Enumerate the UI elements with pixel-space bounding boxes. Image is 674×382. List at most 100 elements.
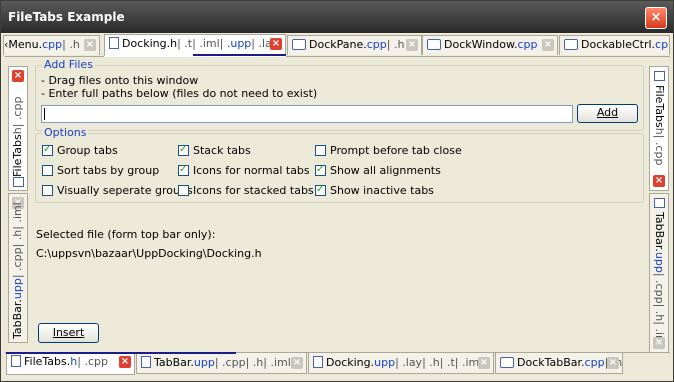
tab-dockpane-cpp[interactable]: DockPane.cpp| .h ×: [287, 35, 422, 55]
tab-label-ext: h| .cpp: [653, 127, 666, 166]
tab-close-icon[interactable]: ×: [607, 357, 619, 369]
bottom-tab-docktabbar[interactable]: DockTabBar.cpp| .h ×: [495, 353, 623, 374]
tab-label: Docking.h: [122, 37, 178, 50]
right-tab-filetabs[interactable]: FileTabsh| .cpp ×: [649, 66, 669, 191]
tab-close-icon[interactable]: ×: [270, 38, 282, 50]
stack-tabs-checkbox[interactable]: Stack tabs: [178, 143, 251, 158]
left-tab-tabbar[interactable]: × TabBar.upp| .cpp| .h| .iml: [8, 193, 28, 343]
checkbox-box: [42, 143, 53, 157]
tab-label: TabBar.upp| .cpp| .h| .iml: [653, 212, 666, 349]
tab-label-ext: upp: [653, 251, 666, 273]
file-icon: [654, 71, 665, 81]
tab-label: FileTabs.: [24, 355, 71, 368]
tab-close-icon[interactable]: ×: [12, 70, 24, 82]
tab-label-ext: cpp: [655, 38, 669, 51]
add-files-label: Add Files: [42, 58, 95, 71]
class-file-icon: [500, 357, 514, 368]
title-bar[interactable]: FileTabs Example ×: [1, 1, 673, 33]
tab-close-icon[interactable]: ×: [542, 39, 554, 51]
tab-menu-cpp[interactable]: ‹Menu.cpp| .h ×: [3, 35, 100, 55]
show-inactive-checkbox[interactable]: Show inactive tabs: [315, 183, 434, 198]
checkbox-box: [178, 163, 189, 177]
tab-label: TabBar.: [154, 356, 194, 369]
selected-file-label: Selected file (form top bar only):: [36, 228, 216, 241]
tab-label-name: FileTabs: [653, 85, 666, 128]
tab-label: Docking.: [326, 356, 375, 369]
checkbox-box: [315, 163, 326, 177]
tab-label-ext: cpp: [584, 356, 605, 369]
tab-label-ext: cpp: [366, 38, 387, 51]
selected-file-path: C:\uppsvn\bazaar\UppDocking\Docking.h: [36, 247, 262, 260]
tab-label-ext: | .lay| .h| .t| .iml: [395, 356, 483, 369]
left-tab-bar: × FileTabsh| .cpp × TabBar.upp| .cpp| .h…: [8, 61, 28, 351]
top-tab-bar: ‹Menu.cpp| .h × Docking.h| .t| .iml| .up…: [3, 34, 670, 57]
active-tab-indicator: [6, 352, 236, 354]
checkbox-box: [178, 185, 189, 196]
class-file-icon: [427, 39, 441, 50]
tab-label-ext: cpp: [42, 38, 63, 51]
window-title: FileTabs Example: [8, 10, 125, 24]
checkbox-label: Icons for normal tabs: [193, 164, 310, 177]
tab-close-icon[interactable]: ×: [291, 357, 303, 369]
checkbox-label: Prompt before tab close: [330, 144, 462, 157]
icons-normal-checkbox[interactable]: Icons for normal tabs: [178, 163, 310, 178]
right-tab-bar: FileTabsh| .cpp × TabBar.upp| .cpp| .h| …: [649, 61, 669, 353]
tab-label-name: TabBar.: [653, 212, 666, 252]
checkbox-label: Group tabs: [57, 144, 118, 157]
tab-label-ext: | .cpp| .h| .iml: [214, 356, 291, 369]
text-cursor: [44, 108, 45, 120]
checkbox-label: Visually seperate groups: [57, 184, 193, 197]
checkbox-box: [315, 183, 326, 197]
tab-close-icon[interactable]: ×: [119, 356, 131, 368]
file-icon: [11, 355, 21, 367]
group-tabs-checkbox[interactable]: Group tabs: [42, 143, 118, 158]
sort-tabs-checkbox[interactable]: Sort tabs by group: [42, 164, 159, 178]
tab-label: DockWindow.: [444, 38, 518, 51]
checkbox-box: [42, 185, 53, 196]
instruction-drag: - Drag files onto this window: [41, 74, 199, 87]
tab-close-icon[interactable]: ×: [84, 39, 96, 51]
left-tab-filetabs[interactable]: × FileTabsh| .cpp: [8, 66, 28, 191]
prompt-close-checkbox[interactable]: Prompt before tab close: [315, 144, 462, 158]
file-icon: [13, 177, 24, 187]
active-tab-indicator: [193, 54, 286, 56]
tab-label-ext: | .cpp: [77, 355, 108, 368]
file-path-input[interactable]: [41, 105, 573, 123]
tab-label-ext: cpp: [517, 38, 538, 51]
show-alignments-checkbox[interactable]: Show all alignments: [315, 163, 441, 178]
tab-label-name: FileTabs: [11, 134, 24, 177]
tab-close-icon[interactable]: ×: [406, 39, 418, 51]
visually-separate-checkbox[interactable]: Visually seperate groups: [42, 184, 193, 198]
tab-dockwindow-cpp[interactable]: DockWindow.cpp ×: [422, 35, 558, 55]
app-window: FileTabs Example × ‹Menu.cpp| .h × Docki…: [0, 0, 674, 382]
checkbox-box: [178, 143, 189, 157]
file-icon: [654, 198, 665, 208]
tab-dockablectrl-cpp[interactable]: DockableCtrl.cpp: [559, 35, 670, 55]
checkbox-label: Show inactive tabs: [330, 184, 434, 197]
tab-label-ext: | .cpp| .h| .iml: [11, 202, 24, 279]
window-close-button[interactable]: ×: [645, 7, 667, 29]
client-area: ‹Menu.cpp| .h × Docking.h| .t| .iml| .up…: [3, 34, 670, 379]
tab-label: DockableCtrl.: [581, 38, 656, 51]
bottom-tab-bar: FileTabs.h| .cpp × TabBar.upp| .cpp| .h|…: [5, 352, 670, 377]
right-tab-tabbar[interactable]: TabBar.upp| .cpp| .h| .iml ×: [649, 193, 669, 353]
bottom-tab-tabbar[interactable]: TabBar.upp| .cpp| .h| .iml ×: [136, 353, 307, 374]
icons-stacked-checkbox[interactable]: Icons for stacked tabs: [178, 184, 314, 198]
file-icon: [109, 37, 119, 49]
checkbox-label: Stack tabs: [193, 144, 251, 157]
add-button[interactable]: Add: [577, 104, 638, 123]
bottom-tab-docking[interactable]: Docking.upp| .lay| .h| .t| .iml ×: [308, 353, 494, 374]
tab-close-icon[interactable]: ×: [653, 337, 665, 349]
tab-label-ext: .upp: [226, 37, 252, 50]
tab-label-ext: upp: [11, 278, 24, 300]
insert-button[interactable]: Insert: [38, 323, 99, 343]
add-button-label: Add: [596, 106, 619, 119]
tab-close-icon[interactable]: ×: [478, 357, 490, 369]
file-icon: [313, 356, 323, 368]
tab-close-icon[interactable]: ×: [653, 175, 665, 187]
bottom-tab-filetabs[interactable]: FileTabs.h| .cpp ×: [6, 352, 135, 375]
tab-label: FileTabsh| .cpp: [653, 85, 666, 175]
tab-label: FileTabsh| .cpp: [11, 87, 24, 177]
instruction-paths: - Enter full paths below (files do not n…: [41, 87, 318, 100]
tab-label-name: TabBar.: [11, 299, 24, 339]
